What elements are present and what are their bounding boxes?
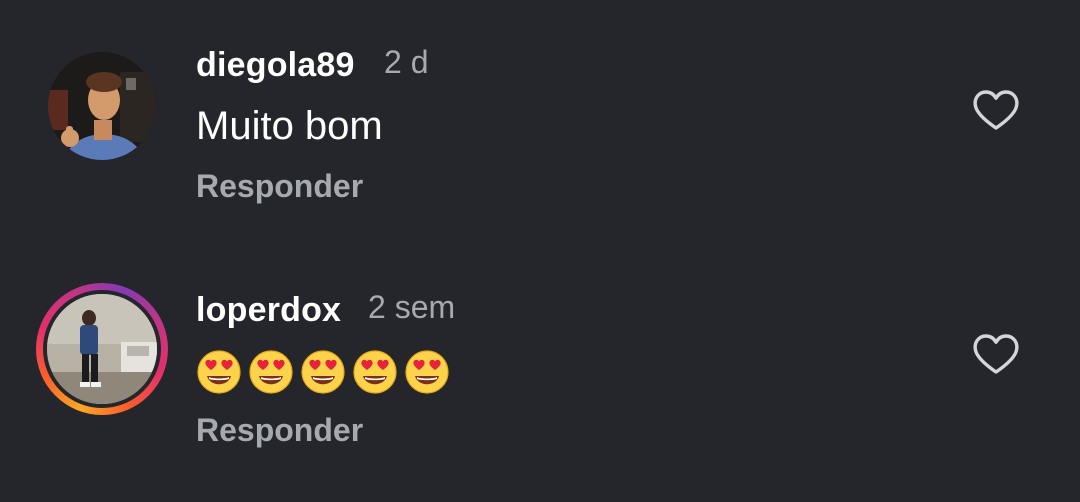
heart-eyes-emoji-icon bbox=[352, 349, 398, 395]
avatar[interactable] bbox=[48, 52, 156, 160]
heart-outline-icon[interactable] bbox=[972, 332, 1020, 376]
avatar-image bbox=[47, 294, 157, 404]
reply-button[interactable]: Responder bbox=[196, 412, 363, 449]
heart-eyes-emoji-icon bbox=[248, 349, 294, 395]
comment-text bbox=[196, 349, 450, 395]
comments-list: diegola89 2 d Muito bom Responder loperd… bbox=[0, 0, 1080, 502]
reply-button[interactable]: Responder bbox=[196, 168, 363, 205]
comment-item: loperdox 2 sem Responder bbox=[0, 245, 1080, 502]
avatar-photo bbox=[43, 290, 161, 408]
comment-item: diegola89 2 d Muito bom Responder bbox=[0, 0, 1080, 245]
heart-outline-icon[interactable] bbox=[972, 88, 1020, 132]
like-button-icon bbox=[973, 90, 1019, 130]
avatar-photo bbox=[48, 52, 156, 160]
avatar-image bbox=[48, 52, 156, 160]
comment-timestamp: 2 sem bbox=[368, 289, 456, 325]
comment-text: Muito bom bbox=[196, 104, 383, 148]
avatar-story-ring[interactable] bbox=[36, 283, 168, 415]
comment-username[interactable]: loperdox bbox=[196, 291, 341, 330]
heart-eyes-emoji-icon bbox=[196, 349, 242, 395]
comment-username[interactable]: diegola89 bbox=[196, 46, 355, 85]
like-button-icon bbox=[973, 334, 1019, 374]
comment-timestamp: 2 d bbox=[384, 44, 429, 80]
heart-eyes-emoji-icon bbox=[404, 349, 450, 395]
heart-eyes-emoji-icon bbox=[300, 349, 346, 395]
